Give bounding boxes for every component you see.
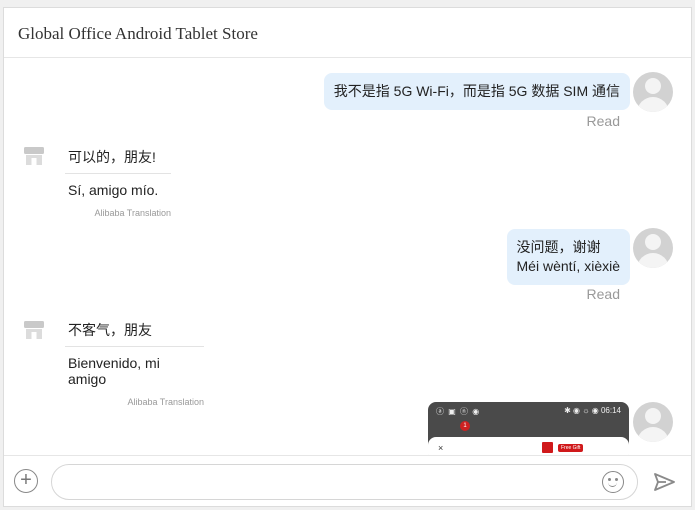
- message-text: Méi wèntí, xièxiè: [516, 258, 620, 274]
- original-text: 可以的，朋友!: [68, 149, 156, 165]
- chat-header: Global Office Android Tablet Store: [4, 8, 691, 58]
- translation-credit: Alibaba Translation: [127, 397, 204, 407]
- outgoing-message[interactable]: 我不是指 5G Wi-Fi，而是指 5G 数据 SIM 通信: [323, 73, 630, 110]
- screenshot-popup: × Free Gift: [428, 437, 629, 455]
- plus-icon[interactable]: +: [14, 469, 38, 493]
- image-message[interactable]: ⓐ ▣ ⓝ ◉ ✱ ◉ ☼ ◉ 06:14 1 × Free Gift: [428, 402, 629, 455]
- close-icon: ×: [438, 443, 444, 453]
- translated-text: Sí, amigo mío.: [68, 182, 159, 198]
- store-icon: [24, 147, 44, 165]
- original-text: 不客气，朋友: [68, 322, 152, 338]
- store-icon: [24, 321, 44, 339]
- screenshot-nav-row: 1: [428, 420, 629, 436]
- outgoing-message[interactable]: 没问题，谢谢 Méi wèntí, xièxiè: [506, 229, 630, 285]
- read-status: Read: [586, 286, 620, 302]
- translation-credit: Alibaba Translation: [94, 208, 171, 218]
- message-text: 我不是指 5G Wi-Fi，而是指 5G 数据 SIM 通信: [333, 83, 620, 99]
- store-name[interactable]: Global Office Android Tablet Store: [18, 24, 258, 44]
- send-icon[interactable]: [653, 471, 675, 493]
- message-text: 没问题，谢谢: [516, 239, 601, 255]
- user-avatar-icon[interactable]: [633, 228, 673, 268]
- message-list[interactable]: 我不是指 5G Wi-Fi，而是指 5G 数据 SIM 通信 Read 可以的，…: [4, 59, 691, 455]
- read-status: Read: [586, 113, 620, 129]
- notification-badge: 1: [460, 421, 470, 431]
- user-avatar-icon[interactable]: [633, 402, 673, 442]
- screenshot-status-bar: ⓐ ▣ ⓝ ◉ ✱ ◉ ☼ ◉ 06:14: [436, 406, 621, 416]
- user-avatar-icon[interactable]: [633, 72, 673, 112]
- chat-window: Global Office Android Tablet Store 我不是指 …: [3, 7, 692, 507]
- message-composer: +: [4, 455, 691, 506]
- gift-icon: [542, 442, 553, 453]
- translated-text: Bienvenido, mi amigo: [68, 355, 160, 387]
- gift-label: Free Gift: [558, 444, 584, 452]
- message-input[interactable]: [51, 464, 638, 500]
- emoji-icon[interactable]: [602, 471, 624, 493]
- incoming-message[interactable]: 不客气，朋友 Bienvenido, mi amigo Alibaba Tran…: [65, 320, 204, 407]
- incoming-message[interactable]: 可以的，朋友! Sí, amigo mío. Alibaba Translati…: [65, 147, 171, 218]
